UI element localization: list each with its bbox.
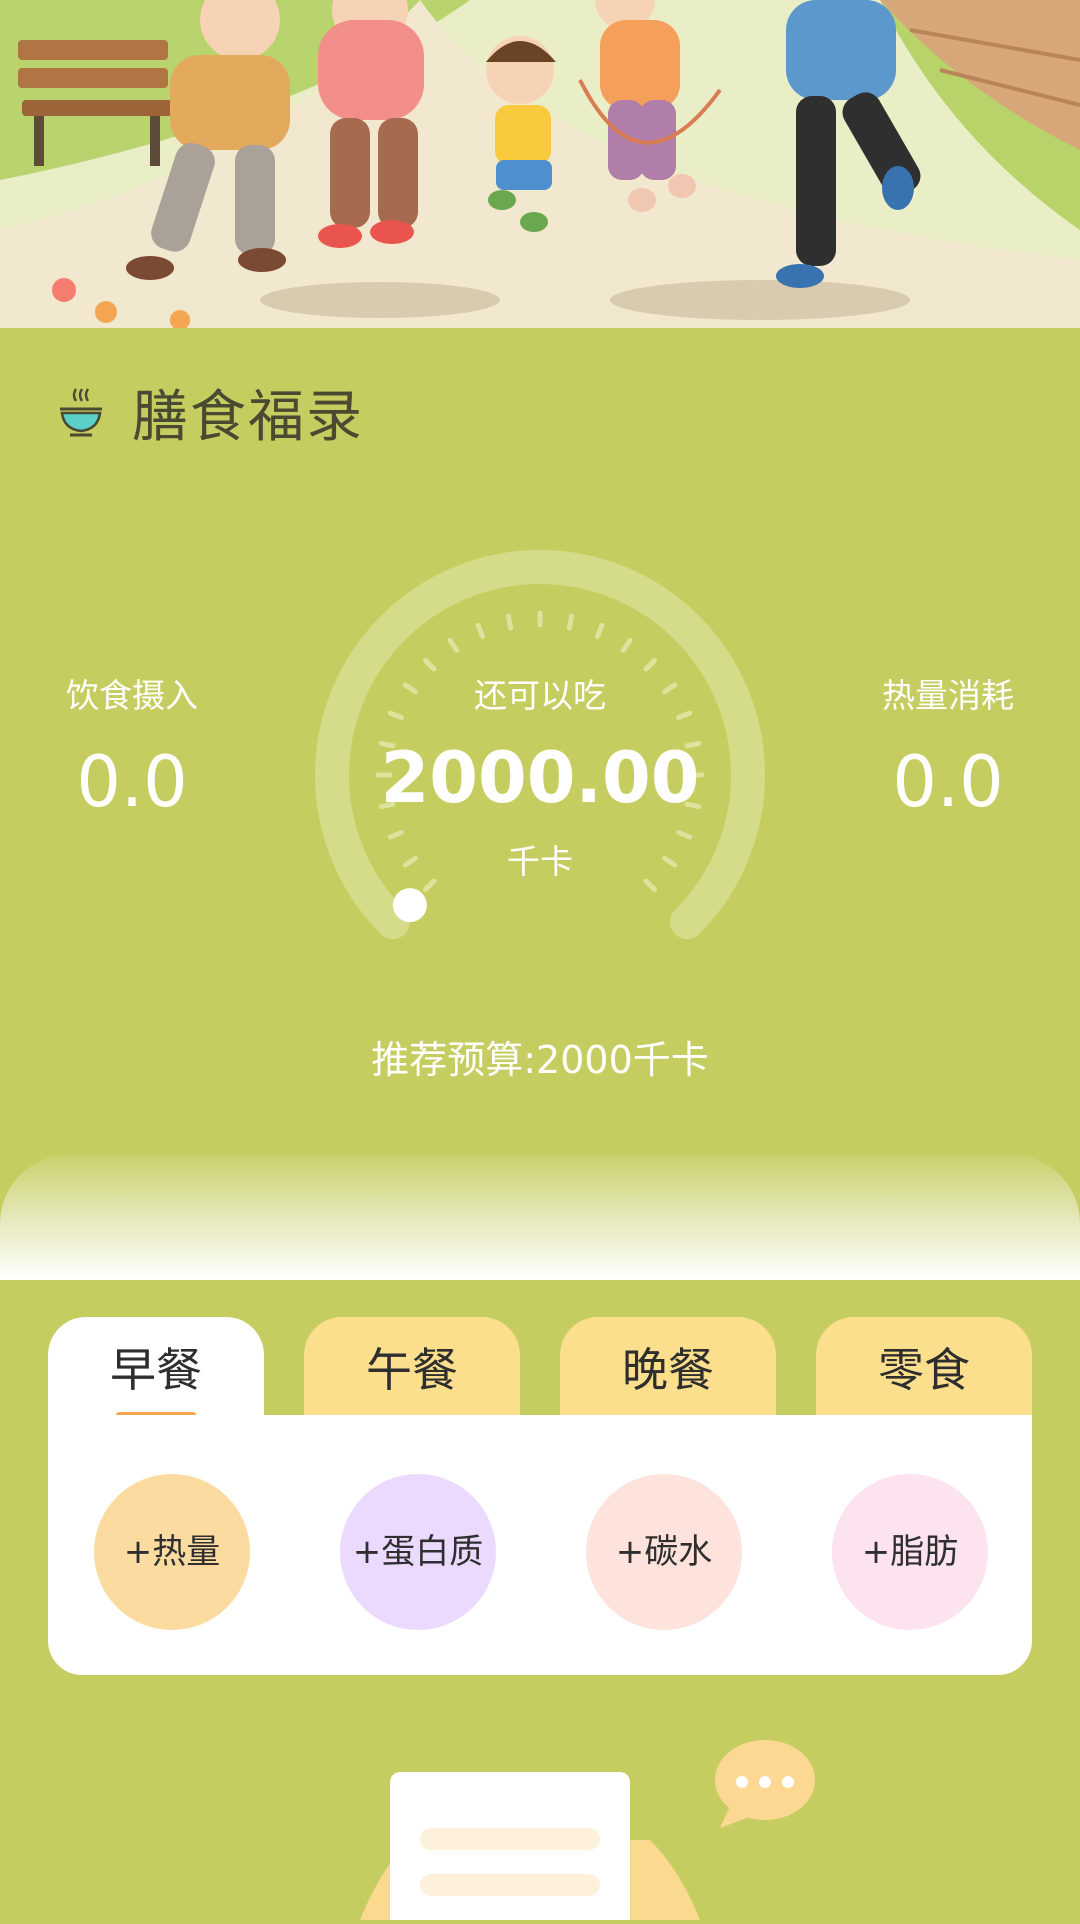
gauge-tick [505,613,514,631]
remaining-unit: 千卡 [507,842,573,881]
app-title: 膳食福录 [132,384,364,450]
add-protein-button[interactable]: +蛋白质 [340,1474,496,1630]
tab-lunch[interactable]: 午餐 [304,1317,520,1417]
burn-label: 热量消耗 [882,676,1014,715]
gauge-center: 还可以吃 2000.00 千卡 [290,670,790,888]
gauge-tick [643,657,658,672]
tab-label: 午餐 [366,1343,458,1397]
remaining-label: 还可以吃 [474,676,606,715]
tab-label: 零食 [878,1343,970,1397]
gauge-tick [422,657,437,672]
gauge-tick [447,637,460,653]
remaining-value: 2000.00 [380,737,700,819]
button-label: +碳水 [615,1532,713,1572]
gauge-tick [594,622,605,639]
section-divider [0,1154,1080,1280]
gauge-tick [475,622,486,639]
tab-label: 晚餐 [622,1343,714,1397]
gauge-tick [620,637,633,653]
gauge-knob [392,888,427,923]
intake-label: 饮食摄入 [66,676,198,715]
tab-snack[interactable]: 零食 [816,1317,1032,1417]
app-header: 膳食福录 [58,372,364,452]
recommended-budget: 推荐预算:2000千卡 [371,1038,709,1082]
chat-bubble-icon [715,1740,815,1828]
add-fat-button[interactable]: +脂肪 [832,1474,988,1630]
button-label: +热量 [123,1532,221,1572]
gauge-tick [566,613,575,631]
tab-breakfast[interactable]: 早餐 [48,1317,264,1418]
burn-value: 0.0 [892,741,1004,823]
calorie-gauge: 还可以吃 2000.00 千卡 [290,530,790,990]
burn-stat: 热量消耗 0.0 [818,670,1078,832]
tab-label: 早餐 [110,1343,202,1397]
intake-stat: 饮食摄入 0.0 [2,670,262,832]
hero-illustration [0,0,1080,328]
add-carbs-button[interactable]: +碳水 [586,1474,742,1630]
tab-dinner[interactable]: 晚餐 [560,1317,776,1417]
add-calories-button[interactable]: +热量 [94,1474,250,1630]
button-label: +脂肪 [861,1532,959,1572]
bottom-illustration [0,1720,1080,1924]
meal-tabs: 早餐 午餐 晚餐 零食 [48,1317,1032,1418]
button-label: +蛋白质 [352,1532,484,1572]
nutrient-card: +热量 +蛋白质 +碳水 +脂肪 [48,1415,1032,1675]
food-bowl-icon [60,388,102,437]
intake-value: 0.0 [76,741,188,823]
